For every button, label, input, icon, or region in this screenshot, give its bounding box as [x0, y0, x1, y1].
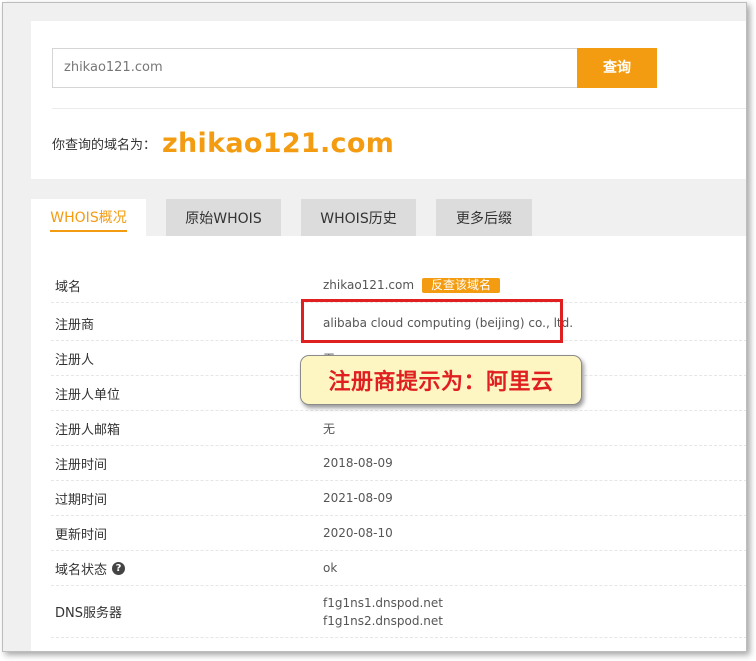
- search-card: zhikao121.com 查询 你查询的域名为： zhikao121.com: [31, 21, 746, 179]
- tab-label: 更多后缀: [456, 210, 512, 227]
- tab-label: WHOIS历史: [320, 210, 397, 227]
- update-date-value: 2020-08-10: [323, 526, 393, 540]
- dns-server: f1g1ns2.dnspod.net: [323, 613, 443, 628]
- dns-server: f1g1ns1.dnspod.net: [323, 595, 443, 610]
- divider: [52, 108, 746, 109]
- table-row-domain-status: 域名状态 ? ok: [51, 551, 746, 586]
- row-label: 注册人单位: [55, 387, 121, 403]
- row-label: 域名状态 ?: [55, 551, 126, 585]
- queried-domain-prefix: 你查询的域名为：: [52, 137, 157, 153]
- registrar-highlight-box: [301, 299, 563, 343]
- row-label: 域名: [55, 279, 82, 295]
- queried-domain-line: 你查询的域名为： zhikao121.com: [52, 125, 394, 161]
- help-icon[interactable]: ?: [112, 561, 126, 575]
- table-row-expiry-date: 过期时间 2021-08-09: [51, 481, 746, 516]
- table-row-update-date: 更新时间 2020-08-10: [51, 516, 746, 551]
- table-row-registration-date: 注册时间 2018-08-09: [51, 446, 746, 481]
- row-label: 注册时间: [55, 457, 108, 473]
- domain-search-input[interactable]: zhikao121.com: [52, 48, 577, 88]
- tab-label: 原始WHOIS: [185, 210, 262, 227]
- table-row-domain: 域名 zhikao121.com 反查该域名: [51, 268, 746, 303]
- tab-more-suffixes[interactable]: 更多后缀: [436, 199, 532, 236]
- domain-status-value: ok: [323, 561, 338, 575]
- tab-whois-history[interactable]: WHOIS历史: [301, 199, 416, 236]
- domain-status-label: 域名状态: [55, 562, 108, 578]
- annotation-callout: 注册商提示为：阿里云: [300, 355, 582, 405]
- row-value: zhikao121.com 反查该域名: [323, 268, 501, 302]
- tab-raw-whois[interactable]: 原始WHOIS: [166, 199, 281, 236]
- page-frame: zhikao121.com 查询 你查询的域名为： zhikao121.com …: [2, 2, 747, 652]
- tab-label: WHOIS概况: [50, 207, 127, 232]
- row-label: 更新时间: [55, 527, 108, 543]
- row-label: 过期时间: [55, 492, 108, 508]
- domain-value: zhikao121.com: [323, 278, 415, 292]
- expiry-date-value: 2021-08-09: [323, 491, 393, 505]
- reverse-lookup-button[interactable]: 反查该域名: [422, 277, 501, 293]
- row-label: 注册商: [55, 317, 95, 333]
- row-label: 注册人邮箱: [55, 422, 121, 438]
- table-row-dns-servers: DNS服务器 f1g1ns1.dnspod.net f1g1ns2.dnspod…: [51, 586, 746, 638]
- tab-whois-overview[interactable]: WHOIS概况: [31, 199, 146, 236]
- registrant-email-value: 无: [323, 421, 336, 436]
- table-row-registrant-email: 注册人邮箱 无: [51, 411, 746, 446]
- row-label: 注册人: [55, 352, 95, 368]
- row-label: DNS服务器: [55, 606, 122, 621]
- registration-date-value: 2018-08-09: [323, 456, 393, 470]
- queried-domain-name: zhikao121.com: [162, 127, 395, 159]
- dns-servers-value: f1g1ns1.dnspod.net f1g1ns2.dnspod.net: [323, 586, 443, 637]
- query-button[interactable]: 查询: [577, 48, 657, 88]
- whois-tabs: WHOIS概况 原始WHOIS WHOIS历史 更多后缀: [31, 199, 552, 236]
